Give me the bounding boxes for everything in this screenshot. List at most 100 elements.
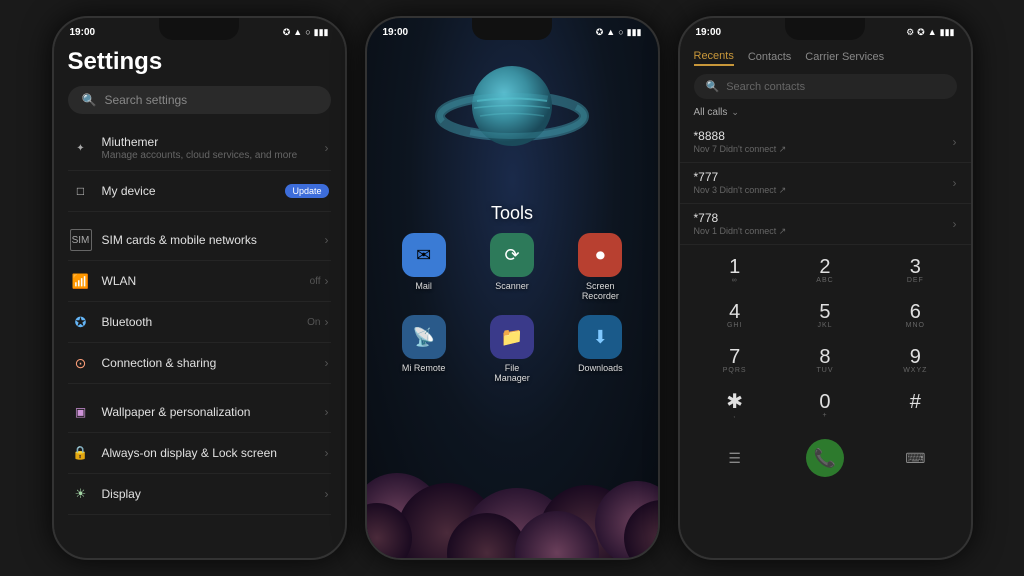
- gear-icon: ⚙: [906, 27, 914, 38]
- settings-item-miuthemer[interactable]: ✦ Miuthemer Manage accounts, cloud servi…: [68, 126, 331, 171]
- downloads-label: Downloads: [578, 363, 623, 373]
- mail-label: Mail: [415, 281, 432, 291]
- dial-8[interactable]: 8 TUV: [780, 339, 870, 384]
- wallpaper-icon: ▣: [70, 401, 92, 423]
- dial-0[interactable]: 0 +: [780, 384, 870, 429]
- dialer-bottom: ☰ 📞 ⌨: [680, 433, 971, 481]
- dial-3[interactable]: 3 DEF: [870, 249, 960, 294]
- settings-content: Settings 🔍 Search settings ✦ Miuthemer M…: [54, 48, 345, 515]
- mydevice-icon: □: [70, 180, 92, 202]
- mydevice-right: Update: [285, 184, 328, 198]
- dial-5[interactable]: 5 JKL: [780, 294, 870, 339]
- settings-item-wlan[interactable]: 📶 WLAN off ›: [68, 261, 331, 302]
- miuthemer-subtitle: Manage accounts, cloud services, and mor…: [102, 150, 315, 161]
- connection-icon: ⊙: [70, 352, 92, 374]
- bt-title: Bluetooth: [102, 315, 298, 329]
- files-icon: 📁: [490, 315, 534, 359]
- signal-icon-3: ▲: [928, 27, 937, 37]
- lock-text: Always-on display & Lock screen: [102, 446, 315, 460]
- wlan-text: WLAN: [102, 274, 300, 288]
- recorder-label: Screen Recorder: [582, 281, 619, 301]
- folder-title: Tools: [367, 203, 658, 224]
- app-recorder[interactable]: ⏺ Screen Recorder: [563, 233, 637, 301]
- home-screen: 19:00 ✪ ▲ ○ ▮▮▮: [367, 18, 658, 558]
- settings-item-lockscreen[interactable]: 🔒 Always-on display & Lock screen ›: [68, 433, 331, 474]
- app-files[interactable]: 📁 File Manager: [475, 315, 549, 383]
- dialer-search-placeholder: Search contacts: [726, 81, 805, 93]
- settings-item-connection[interactable]: ⊙ Connection & sharing ›: [68, 343, 331, 384]
- battery-icon-3: ▮▮▮: [940, 27, 955, 38]
- remote-icon: 📡: [402, 315, 446, 359]
- search-bar[interactable]: 🔍 Search settings: [68, 86, 331, 114]
- home-clouds: [367, 358, 658, 558]
- dialer-search-bar[interactable]: 🔍 Search contacts: [694, 74, 957, 99]
- phone-settings: 19:00 ✪ ▲ ○ ▮▮▮ Settings 🔍 Search settin…: [52, 16, 347, 560]
- app-scanner[interactable]: ⟳ Scanner: [475, 233, 549, 301]
- wlan-icon: 📶: [70, 270, 92, 292]
- call-number-777: *777: [694, 170, 787, 184]
- call-info-8888: Nov 7 Didn't connect ↗: [694, 144, 787, 155]
- keyboard-button[interactable]: ⌨: [896, 439, 934, 477]
- miuthemer-title: Miuthemer: [102, 135, 315, 149]
- files-label: File Manager: [494, 363, 530, 383]
- call-item-777[interactable]: *777 Nov 3 Didn't connect ↗ ›: [680, 163, 971, 204]
- lock-title: Always-on display & Lock screen: [102, 446, 315, 460]
- settings-item-bluetooth[interactable]: ✪ Bluetooth On ›: [68, 302, 331, 343]
- dial-1[interactable]: 1 ∞: [690, 249, 780, 294]
- settings-item-sim[interactable]: SIM SIM cards & mobile networks ›: [68, 220, 331, 261]
- dial-6[interactable]: 6 MNO: [870, 294, 960, 339]
- call-detail-777: ›: [953, 176, 957, 190]
- settings-item-wallpaper[interactable]: ▣ Wallpaper & personalization ›: [68, 392, 331, 433]
- status-icons-3: ⚙ ✪ ▲ ▮▮▮: [906, 27, 954, 38]
- update-badge: Update: [285, 184, 328, 198]
- settings-item-mydevice[interactable]: □ My device Update: [68, 171, 331, 212]
- recorder-icon: ⏺: [578, 233, 622, 277]
- dial-hash[interactable]: #: [870, 384, 960, 429]
- status-icons-1: ✪ ▲ ○ ▮▮▮: [283, 27, 329, 38]
- phone-dialer: 19:00 ⚙ ✪ ▲ ▮▮▮ Recents Contacts Carrier…: [678, 16, 973, 560]
- bt-text: Bluetooth: [102, 315, 298, 329]
- dial-2[interactable]: 2 ABC: [780, 249, 870, 294]
- status-bar-1: 19:00 ✪ ▲ ○ ▮▮▮: [54, 18, 345, 42]
- dial-7[interactable]: 7 PQRS: [690, 339, 780, 384]
- mydevice-text: My device: [102, 184, 276, 198]
- phones-container: 19:00 ✪ ▲ ○ ▮▮▮ Settings 🔍 Search settin…: [0, 0, 1024, 576]
- display-text: Display: [102, 487, 315, 501]
- dial-star[interactable]: ✱ ,: [690, 384, 780, 429]
- dial-4[interactable]: 4 GHI: [690, 294, 780, 339]
- call-item-8888[interactable]: *8888 Nov 7 Didn't connect ↗ ›: [680, 122, 971, 163]
- app-remote[interactable]: 📡 Mi Remote: [387, 315, 461, 383]
- sim-text: SIM cards & mobile networks: [102, 233, 315, 247]
- lock-right: ›: [325, 446, 329, 460]
- call-button[interactable]: 📞: [806, 439, 844, 477]
- bt-icon: ✪: [70, 311, 92, 333]
- signal-status-icon: ▲: [606, 27, 615, 37]
- status-time-3: 19:00: [696, 27, 722, 38]
- wallpaper-text: Wallpaper & personalization: [102, 405, 315, 419]
- tab-carrier[interactable]: Carrier Services: [805, 49, 884, 65]
- all-calls-chevron: ⌄: [731, 107, 739, 118]
- search-icon-3: 🔍: [706, 80, 720, 93]
- miuthemer-right: ›: [325, 141, 329, 155]
- call-number-8888: *8888: [694, 129, 787, 143]
- call-item-778[interactable]: *778 Nov 1 Didn't connect ↗ ›: [680, 204, 971, 245]
- settings-title: Settings: [68, 48, 331, 76]
- voicemail-button[interactable]: ☰: [716, 439, 754, 477]
- connection-right: ›: [325, 356, 329, 370]
- display-right: ›: [325, 487, 329, 501]
- dial-9[interactable]: 9 WXYZ: [870, 339, 960, 384]
- all-calls-filter[interactable]: All calls ⌄: [680, 105, 971, 122]
- settings-item-display[interactable]: ☀ Display ›: [68, 474, 331, 515]
- app-mail[interactable]: ✉ Mail: [387, 233, 461, 301]
- apps-grid: ✉ Mail ⟳ Scanner ⏺ Screen Recorder 📡 Mi …: [367, 233, 658, 383]
- battery-icon: ▮▮▮: [314, 27, 329, 38]
- wifi-icon: ○: [305, 27, 310, 37]
- display-title: Display: [102, 487, 315, 501]
- tab-recents[interactable]: Recents: [694, 48, 734, 66]
- settings-screen: 19:00 ✪ ▲ ○ ▮▮▮ Settings 🔍 Search settin…: [54, 18, 345, 558]
- bt-status-icon: ✪: [596, 27, 604, 38]
- wlan-right: off ›: [310, 274, 329, 288]
- tab-contacts[interactable]: Contacts: [748, 49, 791, 65]
- lock-icon: 🔒: [70, 442, 92, 464]
- app-downloads[interactable]: ⬇ Downloads: [563, 315, 637, 383]
